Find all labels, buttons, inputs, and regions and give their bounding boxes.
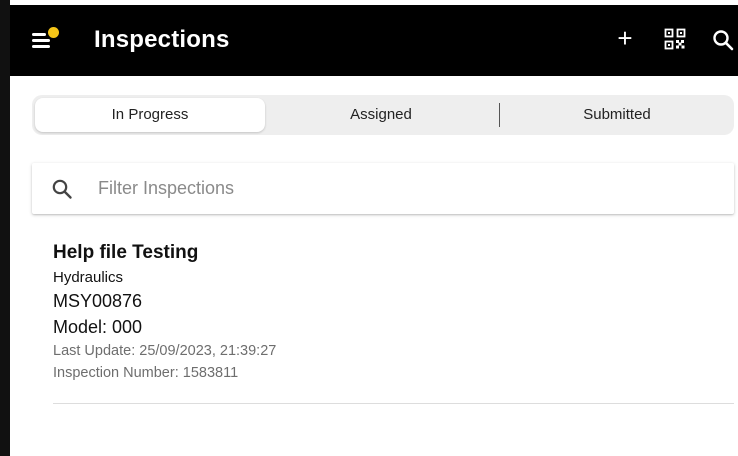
- inspection-serial: MSY00876: [53, 291, 143, 311]
- page-title: Inspections: [94, 26, 230, 53]
- qr-scan-button[interactable]: [664, 28, 686, 50]
- filter-bar: [32, 163, 734, 214]
- left-edge-bar: [0, 0, 10, 456]
- search-icon: [713, 30, 734, 51]
- search-button[interactable]: [711, 28, 735, 52]
- tab-in-progress[interactable]: In Progress: [35, 98, 265, 132]
- notification-dot: [48, 27, 59, 38]
- tab-submitted[interactable]: Submitted: [500, 95, 734, 135]
- inspection-title: Help file Testing: [53, 242, 199, 263]
- menu-icon-line: [32, 39, 50, 42]
- filter-search-icon: [52, 179, 72, 199]
- app-bar: Inspections +: [10, 5, 738, 76]
- status-segmented-control: In Progress Assigned Submitted: [32, 95, 734, 135]
- add-inspection-button[interactable]: +: [613, 23, 637, 53]
- filter-inspections-input[interactable]: [98, 173, 698, 203]
- inspection-model: Model: 000: [53, 317, 143, 337]
- inspection-list-item[interactable]: Help file Testing Hydraulics MSY00876 Mo…: [53, 240, 734, 404]
- menu-button[interactable]: [32, 27, 62, 53]
- menu-icon-line: [32, 45, 50, 48]
- qr-code-icon: [664, 28, 686, 50]
- app-window: Inspections + In Progress Assigned Submi…: [0, 0, 738, 456]
- inspection-last-update: Last Update: 25/09/2023, 21:39:27: [53, 343, 277, 359]
- tab-assigned[interactable]: Assigned: [265, 95, 497, 135]
- inspection-number: Inspection Number: 1583811: [53, 365, 239, 381]
- menu-icon: [32, 33, 46, 36]
- inspection-category: Hydraulics: [53, 269, 124, 286]
- list-divider: [53, 403, 734, 404]
